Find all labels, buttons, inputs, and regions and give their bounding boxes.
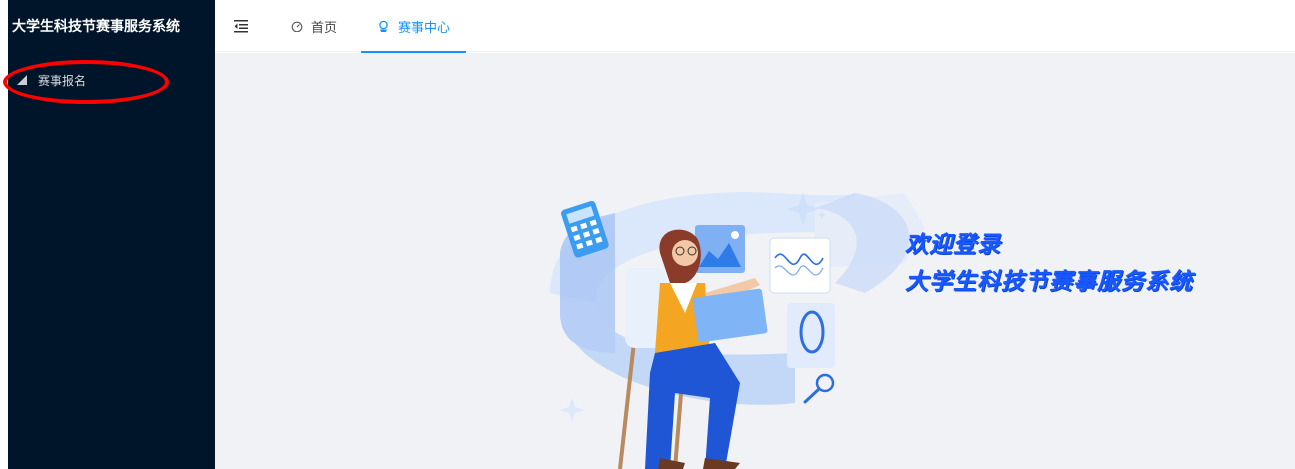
sidebar-item-competition-registration[interactable]: 赛事报名 (0, 64, 215, 96)
tab-home[interactable]: 首页 (291, 0, 337, 52)
menu-fold-icon[interactable] (233, 18, 249, 34)
tab-competition-center-label: 赛事中心 (398, 20, 451, 36)
sidebar: 大学生科技节赛事服务系统 赛事报名 (0, 0, 215, 469)
chart-pie-icon (17, 75, 27, 85)
tab-competition-center[interactable]: 赛事中心 (361, 0, 467, 53)
welcome-line-2: 大学生科技节赛事服务系统 (905, 269, 1193, 295)
main-content: 欢迎登录 大学生科技节赛事服务系统 (215, 53, 1295, 469)
sidebar-menu: 赛事报名 (0, 64, 215, 96)
sidebar-item-label: 赛事报名 (38, 73, 87, 88)
dashboard-icon (291, 21, 303, 32)
tab-home-label: 首页 (311, 20, 338, 36)
welcome-line-1: 欢迎登录 (905, 232, 1001, 258)
welcome-banner: 欢迎登录 大学生科技节赛事服务系统 (905, 228, 1193, 302)
app-root: 大学生科技节赛事服务系统 赛事报名 首页 赛事中心 欢迎登录 大学生科技节赛事服… (0, 0, 1295, 469)
top-navbar: 首页 赛事中心 (215, 0, 1295, 53)
trophy-icon (379, 20, 388, 32)
app-title: 大学生科技节赛事服务系统 (12, 19, 180, 35)
window-edge (0, 0, 8, 469)
